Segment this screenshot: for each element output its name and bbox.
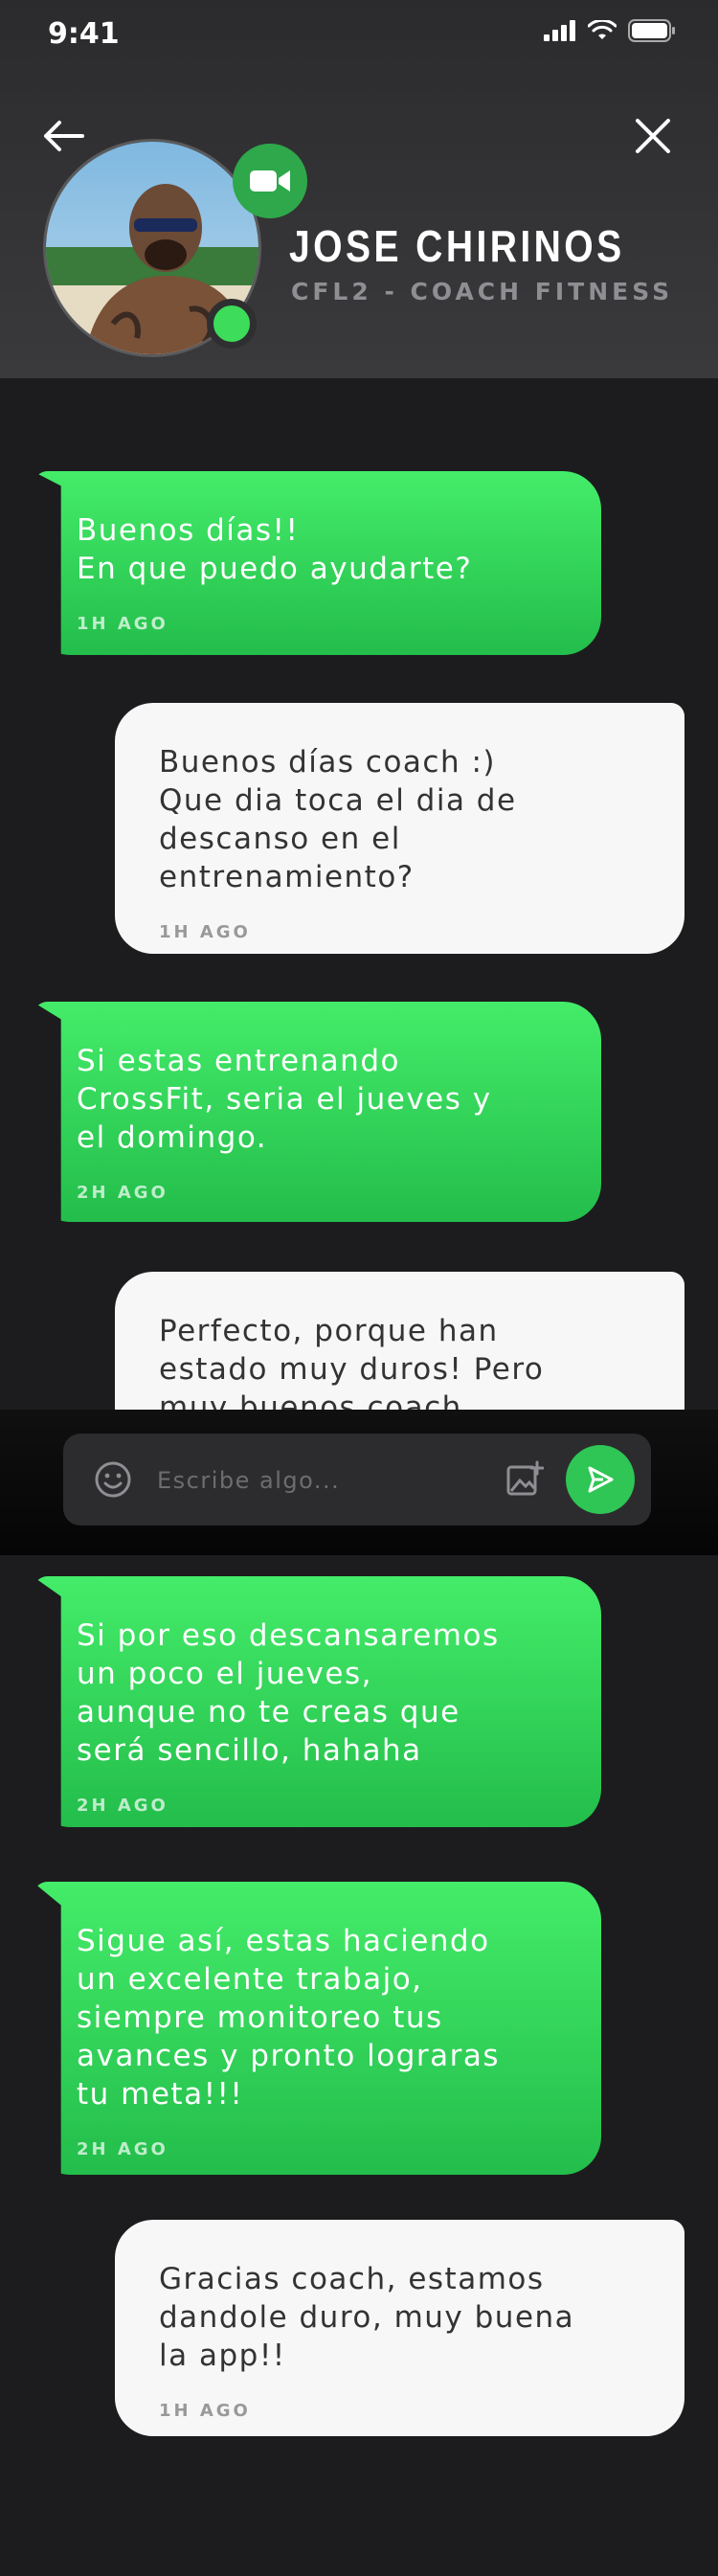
message-text: Sigue así, estas haciendo un excelente t… [77, 1924, 501, 2112]
add-image-icon[interactable] [505, 1460, 544, 1499]
message-bubble-incoming: Si estas entrenando CrossFit, seria el j… [33, 1002, 601, 1222]
status-icons [544, 19, 676, 42]
close-icon[interactable] [630, 113, 676, 159]
back-arrow-icon[interactable] [40, 113, 86, 159]
message-text: Si estas entrenando CrossFit, seria el j… [77, 1044, 492, 1155]
message-text: Buenos días coach :) Que dia toca el dia… [159, 745, 517, 894]
message-timestamp: 1H AGO [159, 2401, 251, 2421]
online-status-indicator [207, 299, 257, 349]
coach-name: JOSE CHIRINOS [289, 221, 625, 271]
video-call-button[interactable] [233, 144, 307, 218]
message-text: Buenos días!! En que puedo ayudarte? [77, 513, 473, 586]
message-timestamp: 2H AGO [77, 1796, 168, 1816]
coach-role: CFL2 - COACH FITNESS [291, 278, 674, 305]
send-icon [588, 1466, 614, 1493]
message-text: Si por eso descansaremos un poco el juev… [77, 1618, 500, 1768]
message-timestamp: 1H AGO [159, 922, 251, 942]
status-bar: 9:41 [0, 0, 718, 67]
emoji-icon[interactable] [94, 1460, 132, 1499]
wifi-icon [588, 20, 617, 39]
message-bubble-incoming: Buenos días!! En que puedo ayudarte? 1H … [33, 471, 601, 655]
battery-icon [628, 19, 675, 42]
message-timestamp: 2H AGO [77, 2139, 168, 2159]
message-text: Gracias coach, estamos dandole duro, muy… [159, 2262, 575, 2373]
message-bubble-outgoing: Gracias coach, estamos dandole duro, muy… [115, 2220, 684, 2436]
message-input[interactable] [155, 1456, 484, 1505]
message-timestamp: 1H AGO [77, 614, 168, 634]
message-bubble-outgoing: Buenos días coach :) Que dia toca el dia… [115, 703, 684, 954]
message-bubble-incoming: Si por eso descansaremos un poco el juev… [33, 1576, 601, 1827]
status-time: 9:41 [48, 17, 120, 51]
cellular-signal-icon [544, 20, 575, 41]
send-button[interactable] [566, 1445, 635, 1514]
message-bubble-incoming: Sigue así, estas haciendo un excelente t… [33, 1882, 601, 2175]
video-camera-icon [250, 170, 290, 192]
message-timestamp: 2H AGO [77, 1183, 168, 1203]
